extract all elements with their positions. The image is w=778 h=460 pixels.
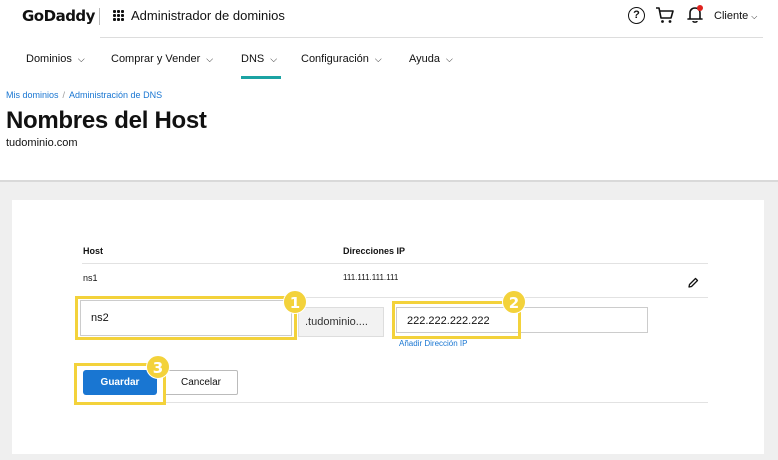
cart-icon[interactable]	[655, 6, 675, 24]
pencil-icon[interactable]	[687, 277, 699, 289]
apps-grid-icon[interactable]	[113, 10, 124, 21]
active-tab-underline	[241, 76, 281, 79]
client-label: Cliente	[714, 10, 749, 22]
page-title: Nombres del Host	[6, 107, 207, 134]
breadcrumb: Mis dominios / Administración de DNS	[6, 90, 162, 100]
header-divider	[99, 8, 100, 25]
chevron-down-icon: ⌵	[206, 54, 214, 64]
chevron-down-icon: ⌵	[77, 54, 85, 64]
highlight-step-2	[392, 301, 521, 339]
nav-item-configuracion[interactable]: Configuración ⌵	[301, 53, 382, 65]
nav-label: Ayuda	[409, 53, 440, 65]
highlight-step-1	[75, 296, 297, 340]
step-3-badge: 3	[146, 355, 170, 379]
breadcrumb-dns-admin[interactable]: Administración de DNS	[69, 90, 162, 100]
header-rule	[100, 37, 763, 38]
domain-suffix: .tudominio....	[298, 307, 384, 337]
row-divider	[82, 402, 708, 403]
client-menu[interactable]: Cliente ⌵	[714, 10, 757, 22]
nav-label: Configuración	[301, 53, 369, 65]
nav-item-dominios[interactable]: Dominios ⌵	[26, 53, 85, 65]
help-icon[interactable]: ?	[628, 7, 645, 24]
column-header-ips: Direcciones IP	[343, 246, 406, 256]
chevron-down-icon: ⌵	[751, 12, 758, 21]
column-header-host: Host	[83, 246, 103, 256]
add-ip-link[interactable]: Añadir Dirección IP	[399, 339, 467, 348]
nav-label: DNS	[241, 53, 265, 65]
step-2-badge: 2	[502, 290, 526, 314]
ip-cell: 111.111.111.111	[343, 273, 399, 282]
nav-item-dns[interactable]: DNS ⌵	[241, 53, 277, 65]
godaddy-logo[interactable]: GoDaddy	[22, 7, 95, 25]
nav-item-ayuda[interactable]: Ayuda ⌵	[409, 53, 453, 65]
breadcrumb-mis-dominios[interactable]: Mis dominios	[6, 90, 59, 100]
breadcrumb-separator: /	[62, 90, 66, 100]
main-nav: Dominios ⌵ Comprar y Vender ⌵ DNS ⌵ Configu…	[0, 40, 778, 80]
host-cell: ns1	[83, 273, 98, 283]
app-title[interactable]: Administrador de dominios	[131, 8, 285, 23]
step-1-badge: 1	[283, 290, 307, 314]
domain-subtitle: tudominio.com	[6, 137, 78, 149]
top-header: GoDaddy Administrador de dominios ? Clie…	[0, 0, 778, 38]
nav-label: Comprar y Vender	[111, 53, 201, 65]
nav-item-comprar-vender[interactable]: Comprar y Vender ⌵	[111, 53, 213, 65]
chevron-down-icon: ⌵	[270, 54, 278, 64]
chevron-down-icon: ⌵	[446, 54, 453, 64]
chevron-down-icon: ⌵	[374, 54, 382, 64]
notification-dot	[697, 5, 703, 11]
cancel-button[interactable]: Cancelar	[164, 370, 238, 395]
row-divider	[82, 263, 708, 264]
nav-label: Dominios	[26, 53, 72, 65]
